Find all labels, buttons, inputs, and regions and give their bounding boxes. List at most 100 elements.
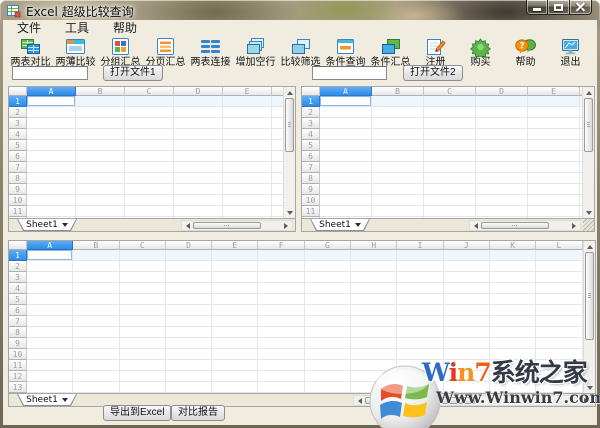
- cell-D6[interactable]: [476, 151, 528, 162]
- row-header-3[interactable]: 3: [302, 118, 320, 129]
- row-header-10[interactable]: 10: [9, 349, 27, 360]
- cell-E5[interactable]: [212, 294, 259, 305]
- vertical-scroll-thumb[interactable]: [584, 98, 593, 152]
- cell-C1[interactable]: [119, 250, 166, 261]
- cell-D9[interactable]: [476, 184, 528, 195]
- cell-B8[interactable]: [372, 173, 424, 184]
- row-header-9[interactable]: 9: [9, 184, 27, 195]
- cell-C8[interactable]: [424, 173, 476, 184]
- cell-A9[interactable]: [320, 184, 372, 195]
- toolbar-item-compare-workbooks[interactable]: 两薄比较: [53, 36, 98, 68]
- menu-item-help[interactable]: 帮助: [101, 21, 149, 35]
- cell-D8[interactable]: [174, 173, 223, 184]
- cell-I2[interactable]: [397, 261, 444, 272]
- row-header-8[interactable]: 8: [302, 173, 320, 184]
- row-header-8[interactable]: 8: [9, 173, 27, 184]
- row-header-6[interactable]: 6: [302, 151, 320, 162]
- toolbar-item-purchase[interactable]: 购买: [458, 36, 503, 68]
- cell-K2[interactable]: [489, 261, 537, 272]
- cell-C4[interactable]: [119, 283, 166, 294]
- cell-L2[interactable]: [536, 261, 583, 272]
- cell-D4[interactable]: [174, 129, 223, 140]
- maximize-button[interactable]: [548, 0, 570, 15]
- cell-K3[interactable]: [489, 272, 537, 283]
- horizontal-scroll-thumb[interactable]: [481, 222, 549, 229]
- cell-F9[interactable]: [272, 184, 283, 195]
- cell-F6[interactable]: [272, 151, 283, 162]
- cell-C1[interactable]: [424, 96, 476, 107]
- cell-F3[interactable]: [258, 272, 305, 283]
- cell-A1[interactable]: [320, 96, 372, 107]
- cell-D10[interactable]: [174, 195, 223, 206]
- cell-I6[interactable]: [397, 305, 444, 316]
- cell-A9[interactable]: [27, 184, 76, 195]
- cell-B6[interactable]: [372, 151, 424, 162]
- cell-E12[interactable]: [212, 371, 259, 382]
- sheet-tab[interactable]: Sheet1: [17, 394, 77, 406]
- vertical-scrollbar[interactable]: [582, 87, 594, 218]
- row-header-7[interactable]: 7: [9, 162, 27, 173]
- cell-H9[interactable]: [351, 338, 398, 349]
- cell-E1[interactable]: [223, 96, 272, 107]
- cell-D2[interactable]: [174, 107, 223, 118]
- close-button[interactable]: [570, 0, 592, 15]
- cell-I5[interactable]: [397, 294, 444, 305]
- cell-K7[interactable]: [489, 316, 537, 327]
- cell-F4[interactable]: [272, 129, 283, 140]
- cell-D1[interactable]: [174, 96, 223, 107]
- cell-F11[interactable]: [258, 360, 305, 371]
- sheet-dropdown-icon[interactable]: [62, 398, 68, 402]
- cell-F8[interactable]: [258, 327, 305, 338]
- row-header-7[interactable]: 7: [302, 162, 320, 173]
- cell-B3[interactable]: [372, 118, 424, 129]
- cell-C11[interactable]: [119, 360, 166, 371]
- cell-C13[interactable]: [119, 382, 166, 393]
- cell-D6[interactable]: [165, 305, 213, 316]
- cell-B4[interactable]: [76, 129, 125, 140]
- cell-F4[interactable]: [258, 283, 305, 294]
- row-header-11[interactable]: 11: [302, 206, 320, 217]
- cell-J7[interactable]: [443, 316, 490, 327]
- cell-D5[interactable]: [476, 140, 528, 151]
- cell-A5[interactable]: [320, 140, 372, 151]
- cell-C9[interactable]: [424, 184, 476, 195]
- column-header-E[interactable]: E: [528, 87, 580, 96]
- cell-A4[interactable]: [27, 283, 74, 294]
- cell-K9[interactable]: [489, 338, 537, 349]
- cell-I7[interactable]: [397, 316, 444, 327]
- cell-E2[interactable]: [528, 107, 580, 118]
- cell-B5[interactable]: [76, 140, 125, 151]
- cell-K10[interactable]: [489, 349, 537, 360]
- cell-A4[interactable]: [320, 129, 372, 140]
- cell-K12[interactable]: [489, 371, 537, 382]
- column-header-D[interactable]: D: [476, 87, 528, 96]
- row-header-10[interactable]: 10: [9, 195, 27, 206]
- cell-I4[interactable]: [397, 283, 444, 294]
- horizontal-scrollbar[interactable]: [181, 220, 293, 231]
- menu-item-tools[interactable]: 工具: [53, 21, 101, 35]
- column-header-C[interactable]: C: [119, 241, 166, 250]
- cell-B6[interactable]: [73, 305, 120, 316]
- cell-E6[interactable]: [212, 305, 259, 316]
- cell-D1[interactable]: [476, 96, 528, 107]
- row-header-5[interactable]: 5: [9, 140, 27, 151]
- scroll-left-button[interactable]: [355, 397, 365, 405]
- sheet-dropdown-icon[interactable]: [62, 223, 68, 227]
- cell-D12[interactable]: [165, 371, 213, 382]
- cell-G5[interactable]: [304, 294, 352, 305]
- cell-E3[interactable]: [212, 272, 259, 283]
- cell-H4[interactable]: [351, 283, 398, 294]
- row-header-4[interactable]: 4: [302, 129, 320, 140]
- cell-A6[interactable]: [27, 151, 76, 162]
- cell-A3[interactable]: [27, 272, 74, 283]
- cell-D2[interactable]: [476, 107, 528, 118]
- cell-E4[interactable]: [223, 129, 272, 140]
- select-all-corner[interactable]: [9, 87, 27, 96]
- cell-E11[interactable]: [528, 206, 580, 217]
- cell-E9[interactable]: [528, 184, 580, 195]
- cell-J8[interactable]: [443, 327, 490, 338]
- column-header-A[interactable]: A: [27, 87, 76, 96]
- cell-G6[interactable]: [304, 305, 352, 316]
- cell-C11[interactable]: [125, 206, 174, 217]
- scroll-down-button[interactable]: [584, 208, 594, 217]
